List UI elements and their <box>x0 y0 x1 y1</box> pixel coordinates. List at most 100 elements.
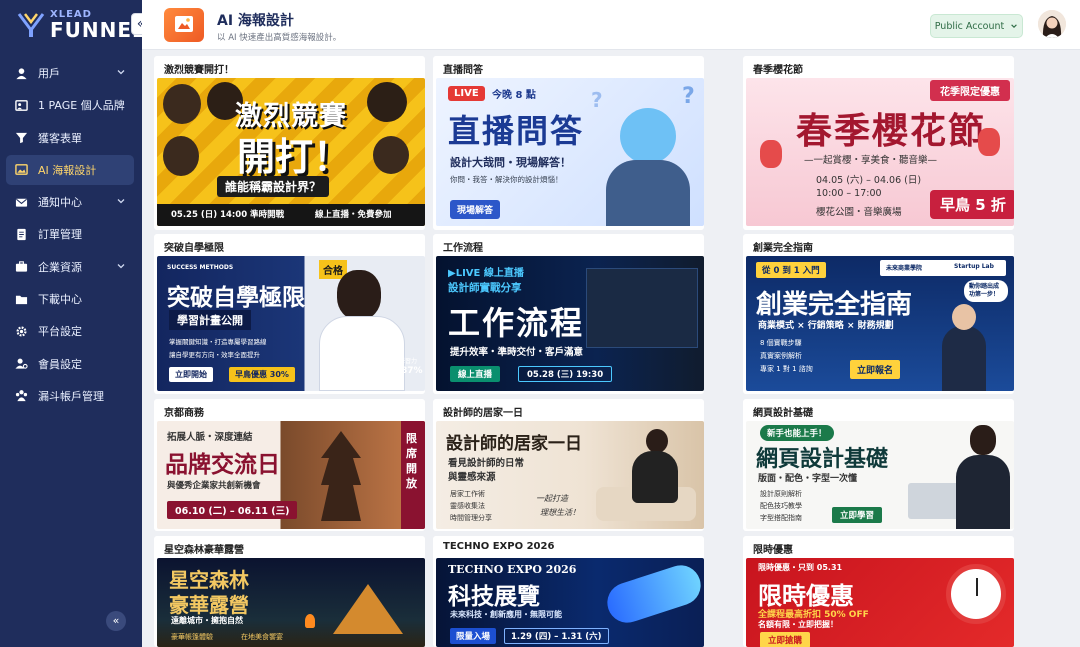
robot-arm-illustration <box>602 560 704 628</box>
question-mark-icon: ? <box>591 88 603 112</box>
poster-tagline: 未來科技・創新應用・無限可能 <box>450 610 562 619</box>
poster-card[interactable]: 春季櫻花節 花季限定優惠 春季櫻花節 —一起賞櫻・享美食・聽音樂— 04.05 … <box>743 56 1014 230</box>
poster-banner: TECHNO EXPO 2026 科技展覽 未來科技・創新應用・無限可能 限量入… <box>436 558 704 647</box>
campfire-icon <box>305 614 315 628</box>
poster-cta: 立即搶購 <box>760 632 811 647</box>
poster-card-title: 突破自學極限 <box>164 243 224 254</box>
poster-card[interactable]: 突破自學極限 SUCCESS METHODS 合格 突破自學極限 學習計畫公開 … <box>154 234 425 394</box>
sidebar-item-personal-brand[interactable]: 1 PAGE 個人品牌 <box>6 90 134 120</box>
funnel-icon <box>14 131 28 145</box>
poster-sub: 你問・我答・解決你的設計煩惱！ <box>450 175 563 184</box>
poster-banner: 星空森林 豪華露營 遠離城市・擁抱自然 豪華帳篷體驗 在地美食饗宴 <box>157 558 425 647</box>
poster-card-title: 京都商務 <box>164 408 204 419</box>
sidebar-item-ai-poster[interactable]: AI 海報設計 <box>6 154 134 185</box>
image-icon <box>14 163 28 177</box>
poster-banner: 新手也能上手！ 網頁設計基礎 版面・配色・字型一次懂 設計原則解析 配色技巧教學… <box>746 421 1014 529</box>
poster-banner: SUCCESS METHODS 合格 突破自學極限 學習計畫公開 掌握關鍵知識・… <box>157 256 425 391</box>
person-photo <box>163 136 199 176</box>
poster-card[interactable]: 工作流程 ▶LIVE 線上直播 設計師實戰分享 工作流程 提升效率・準時交付・客… <box>433 234 704 394</box>
sidebar-item-resources[interactable]: 企業資源 <box>6 252 134 282</box>
anime-character-body <box>606 160 690 226</box>
person-photo <box>942 326 986 391</box>
person-head <box>970 425 996 455</box>
brand-logo[interactable]: XLEAD FUNNEL <box>16 10 146 40</box>
poster-date: 06.10 (二) – 06.11 (三) <box>167 501 298 519</box>
question-mark-icon: ? <box>682 84 695 109</box>
poster-banner: 激烈競賽 開打！ 誰能稱霸設計界？ 05.25 (日) 14:00 準時開戰 線… <box>157 78 425 226</box>
sidebar-item-platform-settings[interactable]: 平台設定 <box>6 316 134 346</box>
poster-card[interactable]: 限時優惠 限時優惠・只到 05.31 限時優惠 全課程最高折扣 50% OFF … <box>743 536 1014 647</box>
collapse-sidebar-bottom-button[interactable]: « <box>106 611 126 631</box>
sidebar-item-downloads[interactable]: 下載中心 <box>6 284 134 314</box>
poster-stat-label: 學習力 <box>399 358 418 365</box>
lantern-icon <box>978 128 1000 156</box>
poster-card[interactable]: 京都商務 拓展人脈・深度連結 品牌交流日 與優秀企業家共創新機會 06.10 (… <box>154 399 425 531</box>
sidebar-item-orders[interactable]: 訂單管理 <box>6 219 134 249</box>
laptop-illustration <box>908 483 960 519</box>
poster-badge: 從 0 到 1 入門 <box>756 262 826 278</box>
folder-icon <box>14 292 28 306</box>
chevron-down-icon <box>117 199 125 204</box>
document-icon <box>14 227 28 241</box>
poster-card-title: 創業完全指南 <box>753 243 813 254</box>
poster-info: 線上直播・免費參加 <box>315 210 392 220</box>
user-avatar[interactable] <box>1038 10 1066 38</box>
sidebar-item-label: AI 海報設計 <box>38 163 97 177</box>
poster-tagline: 誰能稱霸設計界？ <box>217 176 330 197</box>
poster-card[interactable]: 網頁設計基礎 新手也能上手！ 網頁設計基礎 版面・配色・字型一次懂 設計原則解析… <box>743 399 1014 531</box>
live-badge: LIVE <box>448 86 485 101</box>
poster-card[interactable]: TECHNO EXPO 2026 TECHNO EXPO 2026 科技展覽 未… <box>433 536 704 647</box>
sidebar-item-label: 訂單管理 <box>38 228 82 242</box>
sidebar-item-lead-form[interactable]: 獲客表單 <box>6 123 134 153</box>
page-title: AI 海報設計 <box>217 13 294 29</box>
poster-point: 居家工作術 <box>450 490 485 498</box>
sidebar-item-notifications[interactable]: 通知中心 <box>6 187 134 217</box>
sidebar-item-member-settings[interactable]: 會員設定 <box>6 349 134 379</box>
poster-card-title: 工作流程 <box>443 243 483 254</box>
poster-card[interactable]: 設計師的居家一日 設計師的居家一日 看見設計師的日常 與靈感來源 居家工作術 靈… <box>433 399 704 531</box>
sidebar-item-label: 平台設定 <box>38 325 82 339</box>
sidebar-item-label: 通知中心 <box>38 196 82 210</box>
poster-time: 今晚 8 點 <box>492 90 536 101</box>
poster-cta: 立即報名 <box>850 360 901 379</box>
mail-icon <box>14 195 28 209</box>
sidebar-nav: 用戶 1 PAGE 個人品牌 獲客表單 AI 海報設計 通知中心 訂單管理 企業… <box>6 58 134 413</box>
poster-card-title: 星空森林豪華露營 <box>164 545 244 556</box>
sidebar: XLEAD FUNNEL 用戶 1 PAGE 個人品牌 獲客表單 AI 海報設計… <box>0 0 145 647</box>
ai-poster-app-icon <box>164 8 204 42</box>
poster-card-title: 網頁設計基礎 <box>753 408 813 419</box>
poster-point: 讓自學更有方向・效率全面提升 <box>169 351 260 359</box>
poster-date: 1.29 (四) – 1.31 (六) <box>504 628 609 644</box>
poster-tagline: —一起賞櫻・享美食・聽音樂— <box>804 155 938 166</box>
sidebar-item-funnel-accounts[interactable]: 漏斗帳戶管理 <box>6 381 134 411</box>
person-body <box>632 451 678 503</box>
sidebar-item-label: 漏斗帳戶管理 <box>38 389 104 403</box>
funnel-logo-icon <box>17 13 45 37</box>
app-screenshot <box>586 268 698 348</box>
poster-card[interactable]: 創業完全指南 從 0 到 1 入門 未來商業學院 Startup Lab 動你踏… <box>743 234 1014 394</box>
poster-card[interactable]: 激烈競賽開打！ 激烈競賽 開打！ 誰能稱霸設計界？ 05.25 (日) 14:0… <box>154 56 425 230</box>
poster-tagline: 提升效率・準時交付・客戶滿意 <box>450 347 584 358</box>
poster-cta: 立即學習 <box>832 507 883 523</box>
sidebar-item-label: 會員設定 <box>38 357 82 371</box>
poster-headline-2: 豪華露營 <box>169 593 249 617</box>
account-label: Public Account <box>934 20 1005 32</box>
users-icon <box>14 389 28 403</box>
poster-cta: 限量入場 <box>450 628 497 644</box>
sidebar-item-label: 企業資源 <box>38 260 82 274</box>
poster-headline: 春季櫻花節 <box>796 110 987 152</box>
account-switcher-button[interactable]: Public Account <box>930 14 1023 38</box>
poster-headline: 突破自學極限 <box>167 285 305 311</box>
poster-card[interactable]: 直播問答 LIVE 今晚 8 點 直播問答 設計大哉問・現場解答！ 你問・我答・… <box>433 56 704 230</box>
poster-point: 豪華帳篷體驗 <box>171 633 213 641</box>
clock-hand <box>976 578 978 596</box>
poster-headline: 設計師的居家一日 <box>446 434 582 454</box>
poster-card[interactable]: 星空森林豪華露營 星空森林 豪華露營 遠離城市・擁抱自然 豪華帳篷體驗 在地美食… <box>154 536 425 647</box>
poster-point: 8 個實戰步驟 <box>760 339 802 347</box>
sidebar-item-users[interactable]: 用戶 <box>6 58 134 88</box>
pagoda-illustration <box>321 431 361 521</box>
sidebar-item-label: 獲客表單 <box>38 131 82 145</box>
poster-handwriting: 一起打造 <box>536 494 568 503</box>
poster-point: 專家 1 對 1 諮詢 <box>760 365 813 373</box>
briefcase-icon <box>14 260 28 274</box>
